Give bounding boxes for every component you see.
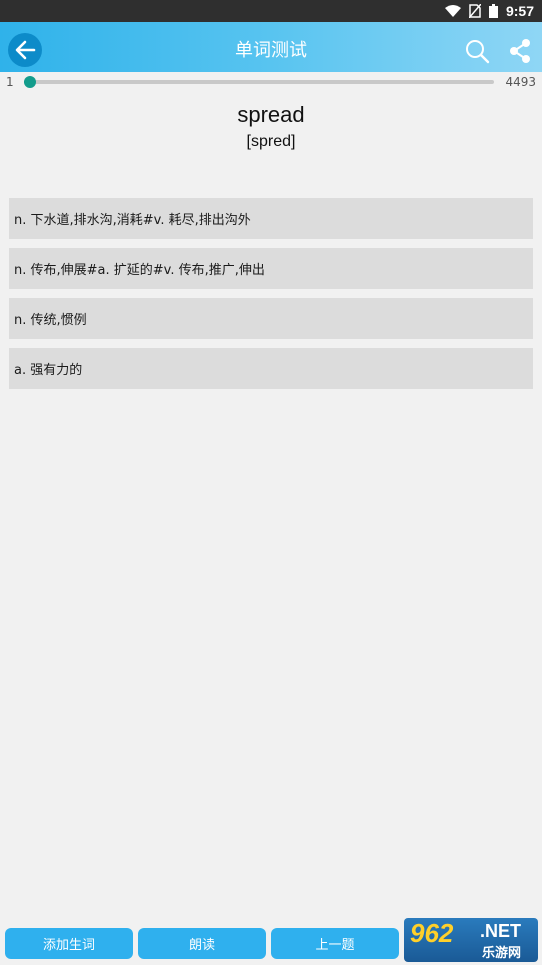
progress-row: 1 4493	[0, 72, 542, 94]
answer-option-3[interactable]: n. 传统,惯例	[9, 298, 533, 339]
page-title: 单词测试	[235, 40, 307, 61]
watermark-site-name: 乐游网	[482, 946, 522, 961]
status-icons: 9:57	[444, 3, 534, 19]
add-word-button[interactable]: 添加生词	[5, 928, 133, 959]
status-bar: 9:57	[0, 0, 542, 22]
progress-slider[interactable]	[24, 76, 494, 88]
watermark-suffix: .NET	[480, 921, 522, 941]
watermark-number: 962	[410, 918, 454, 948]
answer-options: n. 下水道,排水沟,消耗#v. 耗尽,排出沟外 n. 传布,伸展#a. 扩延的…	[9, 198, 533, 398]
answer-option-2[interactable]: n. 传布,伸展#a. 扩延的#v. 传布,推广,伸出	[9, 248, 533, 289]
previous-question-button[interactable]: 上一题	[271, 928, 399, 959]
share-button[interactable]	[508, 38, 532, 64]
app-bar: 单词测试	[0, 22, 542, 72]
search-button[interactable]	[464, 38, 490, 64]
answer-option-1[interactable]: n. 下水道,排水沟,消耗#v. 耗尽,排出沟外	[9, 198, 533, 239]
battery-icon	[488, 4, 498, 18]
site-watermark: 962 .NET 乐游网	[404, 918, 538, 962]
quiz-phonetic: [spred]	[246, 133, 296, 150]
progress-end-label: 4493	[505, 75, 536, 89]
read-aloud-button[interactable]: 朗读	[138, 928, 266, 959]
no-sim-icon	[468, 3, 482, 19]
answer-option-4[interactable]: a. 强有力的	[9, 348, 533, 389]
quiz-word: spread	[237, 102, 305, 127]
progress-start-label: 1	[6, 75, 14, 89]
status-time: 9:57	[505, 3, 534, 19]
progress-thumb[interactable]	[24, 76, 36, 88]
share-icon	[510, 39, 530, 63]
search-icon	[466, 40, 490, 64]
wifi-icon	[444, 5, 461, 17]
